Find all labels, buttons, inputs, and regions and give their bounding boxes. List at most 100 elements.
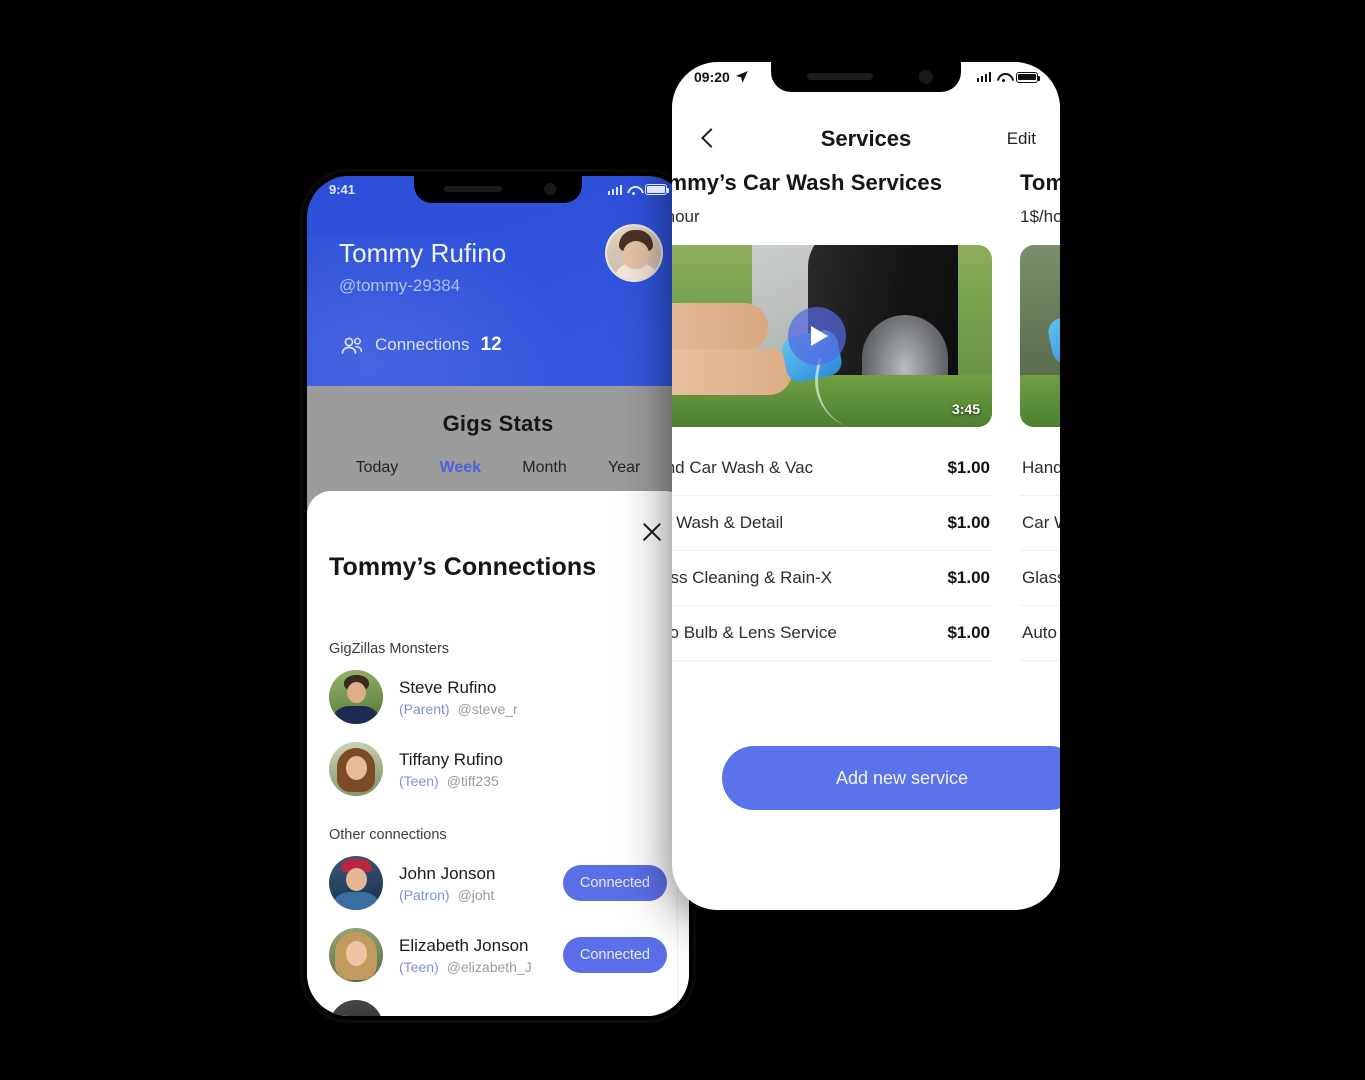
video-duration: 3:45 — [951, 401, 980, 417]
location-arrow-icon — [735, 71, 748, 83]
service-item[interactable]: Car Wash & Detail $1.00 — [672, 496, 992, 551]
service-item[interactable]: Hand Car Wash & Vac $1.00 — [672, 441, 992, 496]
service-item-name: Car Wash & Detail — [1022, 513, 1060, 532]
service-item[interactable]: Car Wash & Detail $1.00 — [1020, 496, 1060, 551]
profile-avatar[interactable] — [605, 224, 663, 282]
connected-button[interactable]: Connected — [562, 865, 667, 901]
chevron-left-icon[interactable] — [696, 126, 722, 152]
service-item-price: $1.00 — [947, 513, 990, 532]
connections-count: 12 — [480, 334, 502, 355]
notch — [414, 176, 582, 203]
service-item-name: Hand Car Wash & Vac — [1022, 458, 1060, 477]
avatar — [329, 856, 383, 910]
service-item-name: Car Wash & Detail — [672, 513, 784, 532]
connection-name: Elizabeth Jonson — [399, 935, 529, 955]
notch — [771, 62, 961, 92]
front-camera — [544, 183, 556, 195]
list-item[interactable]: Elizabeth Jonson (Teen) @elizabeth_J Con… — [307, 919, 689, 991]
close-icon[interactable] — [637, 517, 667, 547]
tab-month[interactable]: Month — [522, 459, 566, 477]
connection-handle: @joht — [457, 886, 495, 903]
status-time: 09:20 — [694, 69, 730, 85]
service-item-price: $1.00 — [947, 568, 990, 587]
service-item[interactable]: Auto Bulb & Lens Service $1.00 — [672, 606, 992, 661]
add-new-service-button[interactable]: Add new service — [722, 746, 1060, 810]
list-item[interactable]: John Jonson (Patron) @joht Connected — [307, 847, 689, 919]
avatar — [329, 670, 383, 724]
connection-role: (Teen) — [399, 772, 439, 789]
service-item-list: Hand Car Wash & Vac $1.00 Car Wash & Det… — [672, 441, 992, 661]
service-item-name: Auto Bulb & Lens Service — [1022, 623, 1060, 642]
wifi-icon — [997, 72, 1010, 83]
screenshot-stage: Tommy Rufino @tommy-29384 Connections 12… — [0, 0, 1365, 1080]
navigation-bar: Services Edit — [672, 114, 1060, 164]
tab-today[interactable]: Today — [356, 459, 399, 477]
avatar — [329, 1000, 383, 1016]
connections-sheet: Tommy’s Connections GigZillas Monsters S… — [307, 491, 689, 1016]
wifi-icon — [627, 185, 640, 195]
service-item-name: Glass Cleaning & Rain-X — [672, 568, 833, 587]
connection-handle: @elizabeth_J — [446, 958, 532, 975]
connection-name: Tiffany Rufino — [399, 749, 503, 769]
phone-profile-device: Tommy Rufino @tommy-29384 Connections 12… — [303, 172, 693, 1020]
service-item[interactable]: Auto Bulb & Lens Service $1.00 — [1020, 606, 1060, 661]
gigs-stats-tabs: Today Week Month Year — [307, 437, 689, 477]
edit-button[interactable]: Edit — [1007, 129, 1036, 149]
section-heading-gigzillas: GigZillas Monsters — [329, 641, 450, 657]
service-item-list: Hand Car Wash & Vac $1.00 Car Wash & Det… — [1020, 441, 1060, 661]
connections-row[interactable]: Connections 12 — [339, 334, 661, 356]
profile-hero: Tommy Rufino @tommy-29384 Connections 12 — [307, 176, 689, 386]
tab-year[interactable]: Year — [608, 459, 640, 477]
list-item[interactable]: Steve Rufino (Parent) @steve_r — [307, 661, 689, 733]
connection-role: (Parent) — [399, 700, 450, 717]
connection-role: (Teen) — [399, 958, 439, 975]
page-title: Services — [820, 126, 912, 151]
connection-name: John Jonson — [399, 863, 496, 883]
sheet-title: Tommy’s Connections — [329, 553, 597, 581]
service-item-price: $1.00 — [947, 458, 990, 477]
avatar — [329, 742, 383, 796]
service-item[interactable]: Hand Car Wash & Vac $1.00 — [1020, 441, 1060, 496]
service-item-name: Hand Car Wash & Vac — [672, 458, 814, 477]
list-item[interactable]: Tiffany Rufino (Teen) @tiff235 — [307, 733, 689, 805]
signal-bars-icon — [976, 72, 991, 82]
connection-role: (Patron) — [399, 886, 450, 903]
speaker-grille — [444, 186, 502, 192]
section-heading-other: Other connections — [329, 827, 447, 843]
connection-handle: @steve_r — [457, 700, 518, 717]
service-card-price: 1$/hour — [672, 207, 700, 226]
service-video-thumbnail[interactable]: 3:45 — [672, 245, 992, 427]
service-item-name: Glass Cleaning & Rain-X — [1022, 568, 1060, 587]
connection-name: Steve Rufino — [399, 677, 497, 697]
service-card: Tommy’s Lawn Services 1$/hour Hand Car W… — [1020, 170, 1060, 661]
connections-list[interactable]: GigZillas Monsters Steve Rufino (Parent) — [307, 631, 689, 1016]
gigs-stats-title: Gigs Stats — [442, 411, 554, 436]
service-item-price: $1.00 — [947, 623, 990, 642]
people-icon — [339, 336, 364, 355]
phone-profile-screen: Tommy Rufino @tommy-29384 Connections 12… — [307, 176, 689, 1016]
phone-services-screen: Services Edit Tommy’s Car Wash Services … — [672, 62, 1060, 910]
service-card-price: 1$/hour — [1020, 207, 1060, 226]
speaker-grille — [807, 73, 873, 80]
service-cards-carousel[interactable]: Tommy’s Car Wash Services 1$/hour — [672, 170, 1060, 661]
service-item-name: Auto Bulb & Lens Service — [672, 623, 837, 642]
connection-handle: @tiff235 — [446, 772, 499, 789]
service-video-thumbnail[interactable] — [1020, 245, 1060, 427]
phone-services-device: Services Edit Tommy’s Car Wash Services … — [672, 62, 1060, 910]
connections-label: Connections — [375, 335, 470, 354]
connected-button[interactable]: Connected — [562, 937, 667, 973]
play-icon[interactable] — [788, 307, 846, 365]
service-card-title: Tommy’s Car Wash Services — [672, 170, 943, 195]
service-item[interactable]: Glass Cleaning & Rain-X $1.00 — [1020, 551, 1060, 606]
battery-icon — [1016, 71, 1041, 83]
battery-icon — [645, 184, 670, 195]
status-time: 9:41 — [329, 182, 356, 197]
profile-handle: @tommy-29384 — [339, 276, 461, 295]
list-item[interactable] — [307, 991, 689, 1016]
front-camera — [919, 70, 933, 84]
tab-week[interactable]: Week — [440, 459, 482, 477]
service-item[interactable]: Glass Cleaning & Rain-X $1.00 — [672, 551, 992, 606]
signal-bars-icon — [607, 184, 622, 195]
service-card: Tommy’s Car Wash Services 1$/hour — [672, 170, 992, 661]
service-card-title: Tommy’s Lawn Services — [1020, 170, 1060, 195]
